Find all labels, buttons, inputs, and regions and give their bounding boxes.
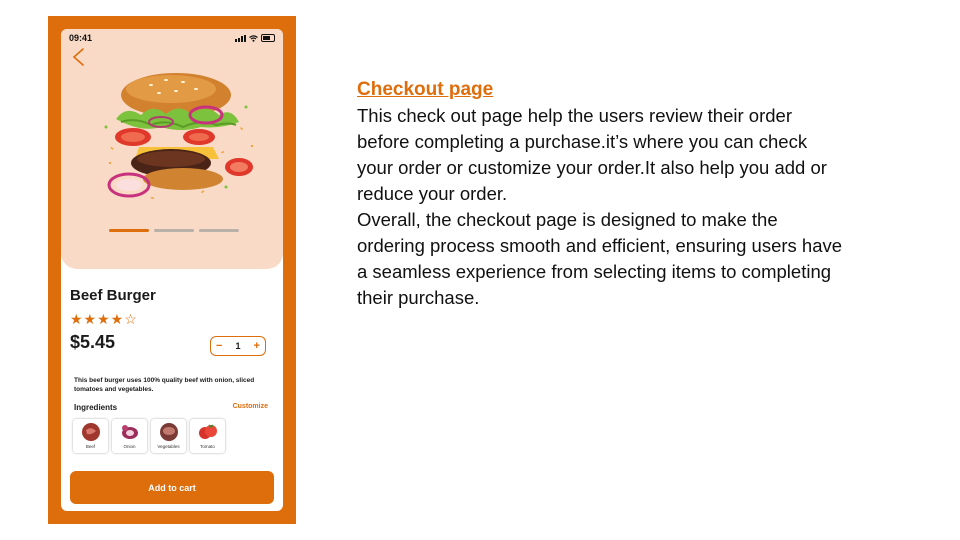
status-icons bbox=[235, 34, 275, 42]
slide-body: This check out page help the users revie… bbox=[357, 103, 847, 311]
decrement-button[interactable]: − bbox=[216, 340, 222, 352]
product-hero: 09:41 bbox=[61, 29, 283, 269]
ingredient-onion[interactable]: Onion bbox=[112, 419, 147, 453]
slide-paragraph-2: Overall, the checkout page is designed t… bbox=[357, 209, 843, 308]
carousel-dot-3[interactable] bbox=[199, 229, 239, 232]
quantity-value: 1 bbox=[235, 341, 241, 351]
ingredients-list: Beef Onion Vegetables Tomato bbox=[73, 419, 225, 453]
vegetables-icon bbox=[159, 423, 178, 441]
rating-stars: ★★★★☆ bbox=[70, 311, 138, 327]
product-title: Beef Burger bbox=[70, 287, 156, 304]
ingredient-vegetables[interactable]: Vegetables bbox=[151, 419, 186, 453]
onion-icon bbox=[121, 425, 138, 439]
product-description: This beef burger uses 100% quality beef … bbox=[74, 377, 255, 393]
back-chevron-icon[interactable] bbox=[70, 47, 88, 67]
phone-frame: 09:41 Beef Burger ★★★★☆ $5.45 − 1 + This… bbox=[48, 16, 296, 524]
tomato-icon bbox=[198, 424, 217, 439]
slide-paragraph-1: This check out page help the users revie… bbox=[357, 105, 827, 204]
burger-image bbox=[104, 73, 253, 199]
carousel-dots bbox=[109, 229, 239, 232]
product-price: $5.45 bbox=[70, 332, 116, 352]
add-to-cart-button[interactable]: Add to cart bbox=[70, 471, 274, 504]
signal-icon bbox=[235, 34, 246, 42]
increment-button[interactable]: + bbox=[254, 340, 260, 352]
ingredient-name: Beef bbox=[85, 444, 96, 449]
status-time: 09:41 bbox=[69, 33, 93, 43]
carousel-dot-2[interactable] bbox=[154, 229, 194, 232]
beef-icon bbox=[81, 423, 100, 441]
carousel-dot-1[interactable] bbox=[109, 229, 149, 232]
slide-heading: Checkout page bbox=[357, 79, 494, 100]
wifi-icon bbox=[249, 34, 258, 42]
ingredient-name: Tomato bbox=[200, 444, 215, 449]
ingredients-label: Ingredients bbox=[74, 403, 118, 412]
quantity-stepper: − 1 + bbox=[210, 336, 266, 356]
ingredient-name: Onion bbox=[123, 444, 136, 449]
battery-icon bbox=[261, 34, 275, 42]
customize-link[interactable]: Customize bbox=[233, 403, 268, 410]
ingredient-beef[interactable]: Beef bbox=[73, 419, 108, 453]
ingredient-name: Vegetables bbox=[157, 444, 180, 449]
ingredient-tomato[interactable]: Tomato bbox=[190, 419, 225, 453]
phone-screen: 09:41 Beef Burger ★★★★☆ $5.45 − 1 + This… bbox=[61, 29, 283, 511]
